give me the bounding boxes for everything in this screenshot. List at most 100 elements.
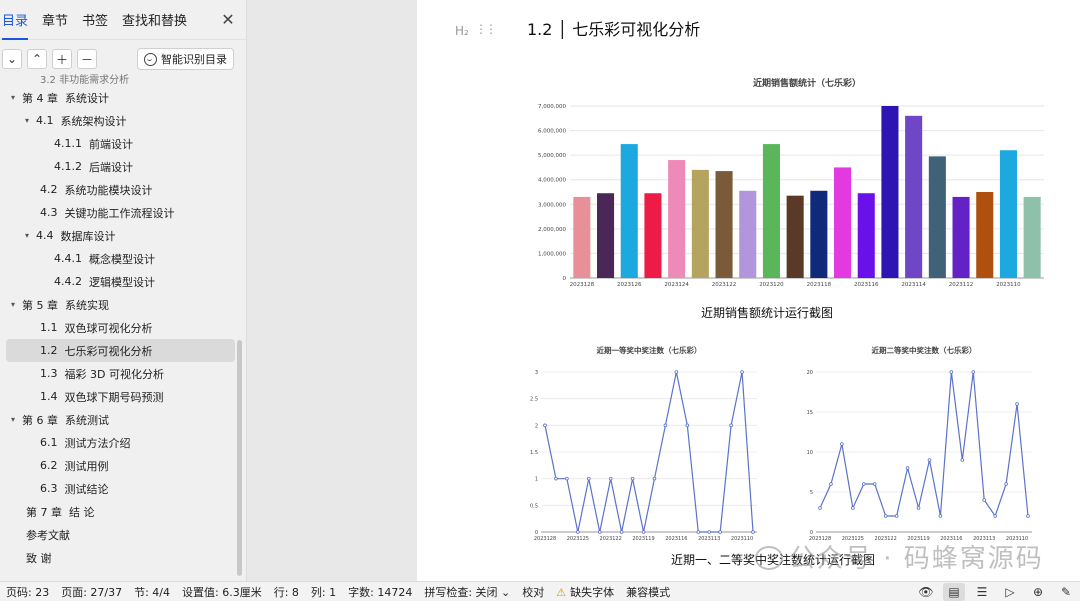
compat-mode[interactable]: 兼容模式 bbox=[620, 584, 676, 600]
toc-item[interactable]: 1.4 双色球下期号码预测 bbox=[0, 385, 238, 408]
toc-item-label: 系统测试 bbox=[65, 413, 109, 427]
eye-icon[interactable]: 👁 bbox=[915, 583, 937, 601]
toc-item-number: 1.2 bbox=[40, 344, 58, 357]
toc-item[interactable]: 6.3 测试结论 bbox=[0, 477, 238, 500]
chevron-down-icon[interactable]: ⌄ bbox=[2, 49, 22, 69]
status-pages[interactable]: 页面: 27/37 bbox=[55, 584, 128, 600]
toc-item[interactable]: 参考文献 bbox=[0, 523, 238, 546]
x-tick-label: 2023126 bbox=[617, 282, 642, 288]
toc-item-label: 测试方法介绍 bbox=[64, 436, 131, 450]
toc-item[interactable]: 4.2 系统功能模块设计 bbox=[0, 178, 238, 201]
minus-icon[interactable]: － bbox=[77, 49, 97, 69]
data-point bbox=[608, 476, 613, 481]
y-tick-label: 2 bbox=[535, 423, 538, 429]
chart-title: 近期一等奖中奖注数（七乐彩） bbox=[597, 345, 702, 355]
toc-item[interactable]: 4.1.2 后端设计 bbox=[0, 155, 238, 178]
tab-toc[interactable]: 目录 bbox=[2, 6, 29, 40]
toc-list: 3.2 非功能需求分析 ▾ 第 4 章系统设计 ▾ 4.1 系统架构设计 4.1.1 前端设… bbox=[0, 74, 238, 581]
globe-icon[interactable]: ⊕ bbox=[1027, 583, 1049, 601]
data-point bbox=[652, 476, 657, 481]
y-tick-label: 2.5 bbox=[530, 397, 538, 403]
pen-icon[interactable]: ✎ bbox=[1055, 583, 1077, 601]
toc-item[interactable]: ▾ 第 6 章系统测试 bbox=[0, 408, 238, 431]
y-tick-label: 1,000,000 bbox=[538, 251, 566, 257]
close-icon[interactable]: ✕ bbox=[218, 10, 238, 29]
toc-item-number: 第 6 章 bbox=[22, 413, 58, 427]
bar bbox=[739, 190, 757, 278]
data-point bbox=[883, 514, 888, 518]
data-point bbox=[861, 482, 866, 486]
toc-item[interactable]: 1.2 七乐彩可视化分析 bbox=[6, 339, 235, 362]
tab-find-replace[interactable]: 查找和替换 bbox=[122, 6, 187, 33]
data-point bbox=[696, 530, 701, 534]
status-row[interactable]: 行: 8 bbox=[268, 584, 305, 600]
toc-item-partial[interactable]: 3.2 非功能需求分析 bbox=[0, 74, 238, 86]
toc-item[interactable]: 4.3 关键功能工作流程设计 bbox=[0, 201, 238, 224]
toc-item[interactable]: 4.1.1 前端设计 bbox=[0, 132, 238, 155]
toc-scrollbar[interactable] bbox=[237, 340, 242, 576]
second-prize-line-chart: 近期二等奖中奖注数（七乐彩）051015202023128 2023125 2023… bbox=[807, 345, 1032, 542]
page-view-icon[interactable]: ▤ bbox=[943, 582, 965, 601]
status-section[interactable]: 节: 4/4 bbox=[128, 584, 176, 600]
chevron-up-icon[interactable]: ⌃ bbox=[27, 49, 47, 69]
play-icon[interactable]: ▷ bbox=[999, 583, 1021, 601]
proofread-button[interactable]: 校对 bbox=[516, 584, 550, 600]
toc-item[interactable]: 4.4.2 逻辑模型设计 bbox=[0, 270, 238, 293]
toc-item[interactable]: 1.1 双色球可视化分析 bbox=[0, 316, 238, 339]
toc-item[interactable]: 6.2 测试用例 bbox=[0, 454, 238, 477]
toc-item-label: 3.2 非功能需求分析 bbox=[40, 75, 130, 86]
x-tick-label: 2023119 bbox=[632, 536, 654, 542]
plus-icon[interactable]: ＋ bbox=[52, 49, 72, 69]
data-point bbox=[971, 370, 976, 374]
bar bbox=[1023, 196, 1041, 278]
status-setting[interactable]: 设置值: 6.3厘米 bbox=[176, 584, 268, 600]
data-point bbox=[543, 423, 547, 428]
toc-item-label: 测试用例 bbox=[64, 459, 109, 473]
toc-item[interactable]: 1.3 福彩 3D 可视化分析 bbox=[0, 362, 238, 385]
tab-bookmarks[interactable]: 书签 bbox=[82, 6, 108, 33]
missing-font-label: 缺失字体 bbox=[570, 585, 615, 599]
toc-item-number: 4.3 bbox=[40, 206, 58, 219]
toc-item[interactable]: 第 7 章结 论 bbox=[0, 500, 238, 523]
missing-font-button[interactable]: ⚠ 缺失字体 bbox=[550, 584, 620, 600]
data-point bbox=[840, 442, 844, 446]
toc-item-number: 4.4.2 bbox=[54, 275, 82, 288]
caret-down-icon[interactable]: ▾ bbox=[8, 415, 18, 424]
outline-view-icon[interactable]: ☰ bbox=[971, 583, 993, 601]
data-point bbox=[1015, 402, 1019, 406]
toc-item[interactable]: ▾ 4.1 系统架构设计 bbox=[0, 109, 238, 132]
toc-item-number: 4.4.1 bbox=[54, 252, 82, 265]
data-point bbox=[894, 514, 899, 518]
smart-toc-button[interactable]: 智能识别目录 bbox=[137, 48, 234, 70]
bar bbox=[857, 193, 875, 278]
data-point bbox=[1026, 514, 1030, 518]
spell-check-dropdown[interactable]: 拼写检查: 关闭 ⌄ bbox=[418, 584, 516, 600]
bar bbox=[620, 144, 638, 278]
y-tick-label: 5 bbox=[810, 490, 813, 496]
status-page-number[interactable]: 页码: 23 bbox=[0, 584, 55, 600]
toc-item[interactable]: 致 谢 bbox=[0, 546, 238, 569]
toc-item[interactable]: ▾ 第 5 章系统实现 bbox=[0, 293, 238, 316]
toc-item[interactable]: 4.4.1 概念模型设计 bbox=[0, 247, 238, 270]
y-tick-label: 3,000,000 bbox=[538, 202, 566, 208]
caret-down-icon[interactable]: ▾ bbox=[22, 231, 32, 240]
drag-handle-icon[interactable]: ⋮⋮ bbox=[475, 22, 497, 36]
tab-chapters[interactable]: 章节 bbox=[42, 6, 68, 33]
toc-item[interactable]: 6.1 测试方法介绍 bbox=[0, 431, 238, 454]
toc-item[interactable]: ▾ 4.4 数据库设计 bbox=[0, 224, 238, 247]
data-point bbox=[1004, 482, 1008, 486]
data-point bbox=[905, 466, 910, 470]
bar bbox=[952, 196, 970, 278]
data-point bbox=[718, 530, 722, 534]
caret-down-icon[interactable]: ▾ bbox=[22, 116, 32, 125]
toc-item-label: 系统架构设计 bbox=[60, 114, 127, 128]
status-word-count[interactable]: 字数: 14724 bbox=[342, 584, 418, 600]
status-col[interactable]: 列: 1 bbox=[305, 584, 342, 600]
caret-down-icon[interactable]: ▾ bbox=[8, 93, 18, 102]
section-heading[interactable]: 1.2 │ 七乐彩可视化分析 bbox=[527, 16, 700, 40]
watermark: 公众号 · 码蜂窝源码 bbox=[755, 538, 1044, 575]
toc-item-number: 6.2 bbox=[40, 459, 58, 472]
toc-item[interactable]: ▾ 第 4 章系统设计 bbox=[0, 86, 238, 109]
x-tick-label: 2023110 bbox=[731, 536, 753, 542]
caret-down-icon[interactable]: ▾ bbox=[8, 300, 18, 309]
